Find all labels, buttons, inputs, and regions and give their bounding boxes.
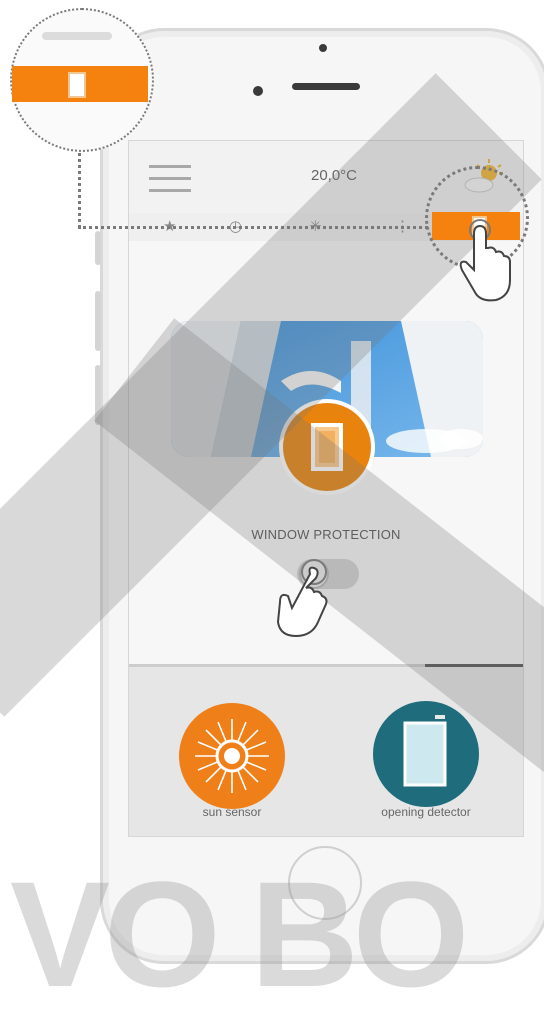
hamburger-menu-icon[interactable] xyxy=(149,165,191,168)
callout-line-horizontal xyxy=(78,226,428,229)
earpiece-speaker xyxy=(292,83,360,90)
callout-line-vertical xyxy=(78,148,81,228)
sun-sensor-button[interactable] xyxy=(179,703,285,809)
sun-sensor-icon xyxy=(195,719,269,793)
window-icon xyxy=(68,72,86,98)
front-camera xyxy=(253,86,263,96)
sun-sensor-label: sun sensor xyxy=(202,805,262,819)
proximity-sensor xyxy=(319,44,327,52)
opening-detector-label: opening detector xyxy=(381,805,471,819)
watermark-text: VO BO xyxy=(10,850,469,1018)
hand-pointer-icon xyxy=(459,219,511,302)
opening-detector-button[interactable] xyxy=(373,701,479,807)
zoom-active-tab xyxy=(12,66,148,102)
hand-pointer-icon xyxy=(276,559,328,638)
volume-up-button xyxy=(95,291,101,351)
opening-detector-icon xyxy=(403,715,447,787)
mute-switch xyxy=(95,231,101,265)
